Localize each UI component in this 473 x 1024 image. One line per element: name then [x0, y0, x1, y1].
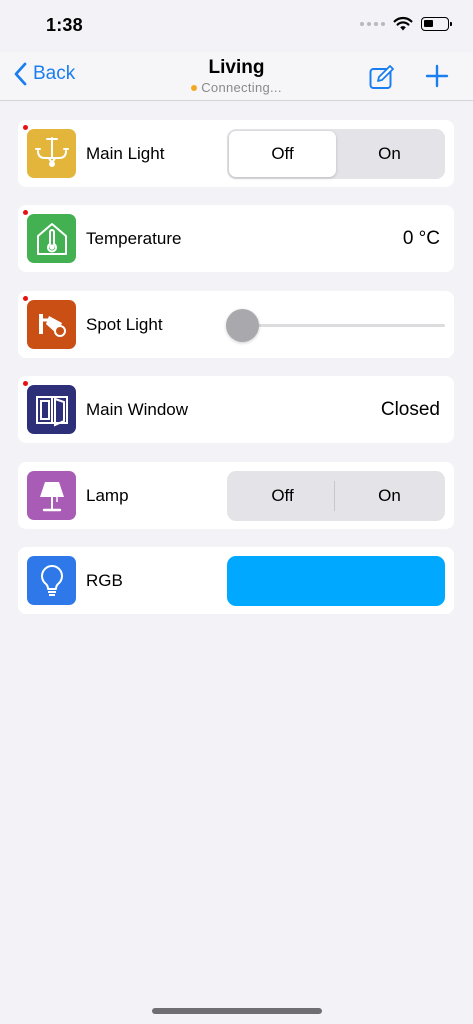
- edit-button[interactable]: [369, 64, 397, 95]
- spot-light-slider-thumb[interactable]: [226, 309, 259, 342]
- lamp-icon: [27, 471, 76, 520]
- page-title: Living: [208, 57, 265, 78]
- device-label: Main Window: [86, 400, 189, 419]
- status-time: 1:38: [46, 15, 83, 35]
- connection-status: Connecting...: [0, 80, 473, 95]
- device-label: Temperature: [86, 229, 182, 248]
- spot-light-slider-track[interactable]: [242, 324, 445, 327]
- window-state-value: Closed: [380, 399, 440, 420]
- alert-dot: [23, 210, 28, 215]
- cellular-signal-icon: [360, 21, 385, 26]
- alert-dot: [23, 125, 28, 130]
- wifi-icon: [393, 16, 413, 31]
- device-label: RGB: [86, 571, 123, 590]
- thermometer-house-icon: [27, 214, 76, 263]
- navigation-bar: Back Living Connecting...: [0, 52, 473, 101]
- rgb-color-swatch[interactable]: [227, 556, 445, 606]
- device-label: Spot Light: [86, 315, 163, 334]
- on-option[interactable]: On: [336, 131, 443, 177]
- main-light-switch[interactable]: Off On: [227, 129, 445, 179]
- add-button[interactable]: [425, 64, 449, 93]
- status-bar: 1:38: [0, 0, 473, 52]
- home-indicator: [152, 1008, 322, 1014]
- temperature-value: 0 °C: [402, 228, 440, 249]
- alert-dot: [23, 296, 28, 301]
- bulb-icon: [27, 556, 76, 605]
- device-row-main-light[interactable]: Main Light Off On: [18, 120, 454, 187]
- alert-dot: [23, 381, 28, 386]
- connection-status-text: Connecting...: [201, 80, 282, 95]
- chandelier-icon: [27, 129, 76, 178]
- connecting-status-dot: [191, 84, 198, 91]
- status-icons: [360, 16, 452, 31]
- off-option[interactable]: Off: [229, 473, 336, 519]
- spotlight-icon: [27, 300, 76, 349]
- device-label: Lamp: [86, 486, 129, 505]
- device-row-rgb[interactable]: RGB: [18, 547, 454, 614]
- lamp-switch[interactable]: Off On: [227, 471, 445, 521]
- segment-divider: [334, 481, 335, 511]
- on-option[interactable]: On: [336, 473, 443, 519]
- battery-icon: [421, 16, 452, 31]
- device-row-temperature[interactable]: Temperature 0 °C: [18, 205, 454, 272]
- window-icon: [27, 385, 76, 434]
- device-row-lamp[interactable]: Lamp Off On: [18, 462, 454, 529]
- off-option[interactable]: Off: [229, 131, 336, 177]
- device-row-main-window[interactable]: Main Window Closed: [18, 376, 454, 443]
- edit-icon: [369, 65, 394, 89]
- plus-icon: [425, 64, 449, 88]
- device-label: Main Light: [86, 144, 165, 163]
- device-row-spot-light[interactable]: Spot Light: [18, 291, 454, 358]
